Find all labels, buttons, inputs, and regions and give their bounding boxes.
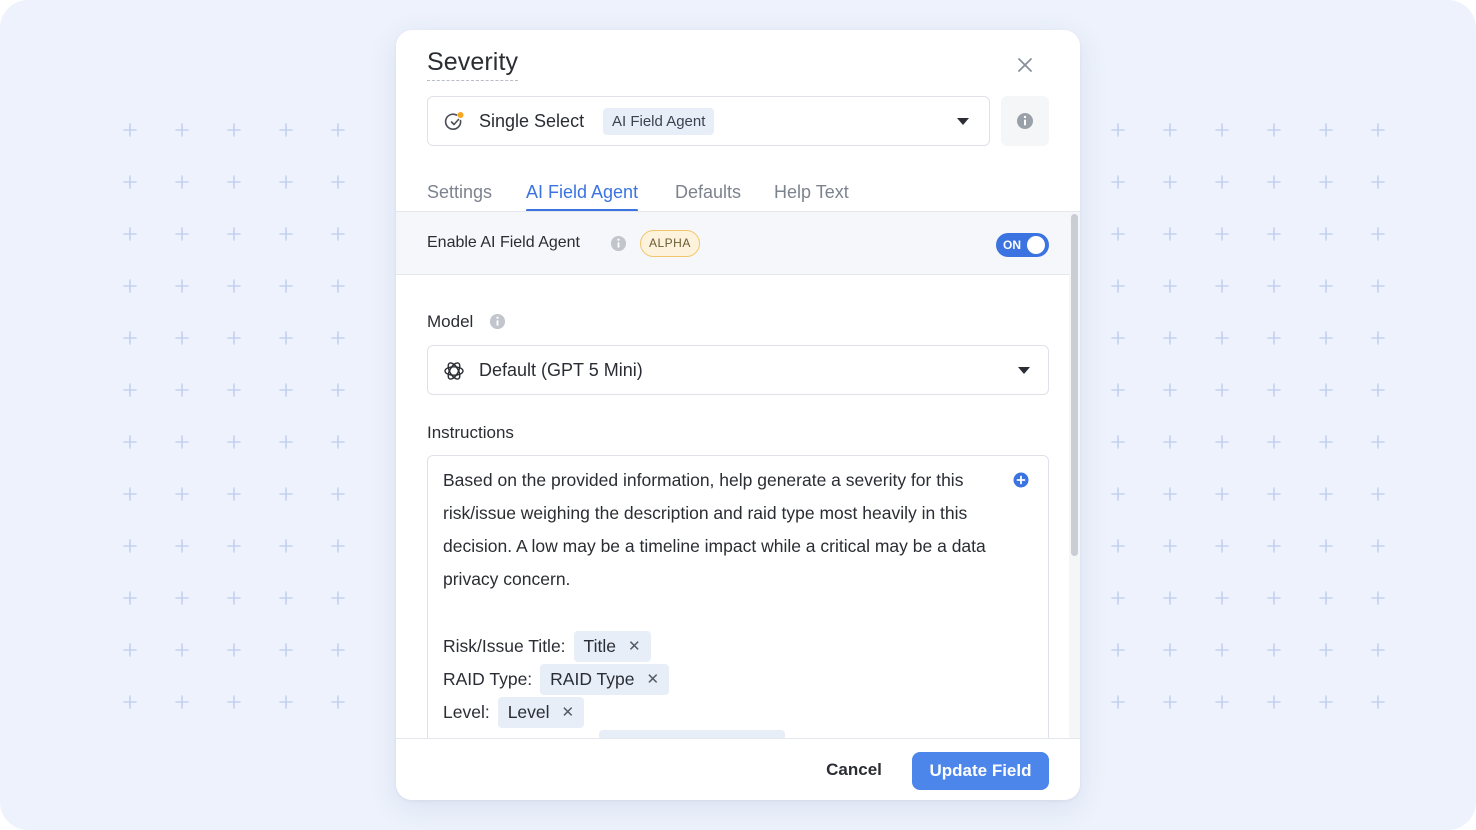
info-icon[interactable] bbox=[610, 235, 627, 252]
remove-variable-icon[interactable]: ✕ bbox=[562, 703, 575, 721]
tab-help-text[interactable]: Help Text bbox=[774, 180, 849, 212]
tab-defaults[interactable]: Defaults bbox=[675, 180, 741, 212]
single-select-icon bbox=[444, 112, 464, 130]
model-select[interactable]: Default (GPT 5 Mini) bbox=[427, 345, 1049, 395]
model-label: Model bbox=[427, 312, 474, 331]
openai-icon bbox=[444, 362, 464, 380]
toggle-on-text: ON bbox=[1003, 238, 1021, 252]
instructions-text[interactable]: Based on the provided information, help … bbox=[443, 464, 1013, 596]
variable-row: Risk/Issue Title: Title ✕ bbox=[443, 630, 651, 662]
dialog-title[interactable]: Severity bbox=[427, 48, 519, 81]
close-button[interactable] bbox=[1013, 53, 1037, 77]
tab-settings[interactable]: Settings bbox=[427, 180, 492, 212]
close-icon bbox=[1018, 58, 1032, 72]
enable-agent-row: Enable AI Field Agent ALPHA ON bbox=[396, 212, 1069, 275]
tab-ai-field-agent[interactable]: AI Field Agent bbox=[526, 180, 639, 212]
variable-chip[interactable]: Title ✕ bbox=[573, 630, 651, 662]
variable-chip-label: RAID Type bbox=[550, 668, 635, 689]
toggle-knob bbox=[1027, 236, 1045, 254]
variable-chip[interactable]: Level ✕ bbox=[497, 696, 585, 728]
field-type-info-button[interactable] bbox=[1001, 96, 1049, 146]
variable-label: Risk/Issue Title: bbox=[443, 635, 566, 656]
variable-chip-label: Title bbox=[583, 635, 616, 656]
update-field-button[interactable]: Update Field bbox=[912, 752, 1049, 790]
instructions-editor[interactable]: Based on the provided information, help … bbox=[427, 455, 1049, 775]
chevron-down-icon bbox=[1018, 367, 1030, 374]
variable-label: Level: bbox=[443, 701, 490, 722]
instructions-label: Instructions bbox=[427, 423, 514, 442]
variable-label: RAID Type: bbox=[443, 668, 533, 689]
model-value: Default (GPT 5 Mini) bbox=[479, 360, 643, 380]
variable-row: RAID Type: RAID Type ✕ bbox=[443, 663, 670, 695]
dialog-footer: Cancel Update Field bbox=[396, 738, 1080, 800]
add-variable-icon[interactable] bbox=[1013, 472, 1029, 488]
remove-variable-icon[interactable]: ✕ bbox=[628, 637, 641, 655]
chevron-down-icon bbox=[957, 118, 969, 125]
field-type-select[interactable]: Single Select AI Field Agent bbox=[427, 96, 990, 146]
variable-chip[interactable]: RAID Type ✕ bbox=[540, 663, 670, 695]
cancel-button[interactable]: Cancel bbox=[810, 752, 898, 788]
info-icon bbox=[1017, 113, 1033, 129]
enable-agent-label: Enable AI Field Agent bbox=[427, 234, 580, 251]
enable-agent-toggle[interactable]: ON bbox=[996, 233, 1049, 257]
variable-row: Level: Level ✕ bbox=[443, 696, 585, 728]
edit-field-dialog: Severity Single Select AI Field Agent Se… bbox=[396, 30, 1080, 800]
field-type-label: Single Select bbox=[479, 111, 585, 131]
alpha-badge: ALPHA bbox=[640, 230, 700, 257]
info-icon[interactable] bbox=[489, 313, 506, 330]
variable-chip-label: Level bbox=[507, 701, 550, 722]
content-scrollbar[interactable] bbox=[1069, 212, 1080, 738]
ai-field-agent-badge: AI Field Agent bbox=[603, 108, 715, 135]
remove-variable-icon[interactable]: ✕ bbox=[646, 670, 659, 688]
scrollbar-thumb[interactable] bbox=[1071, 214, 1078, 556]
